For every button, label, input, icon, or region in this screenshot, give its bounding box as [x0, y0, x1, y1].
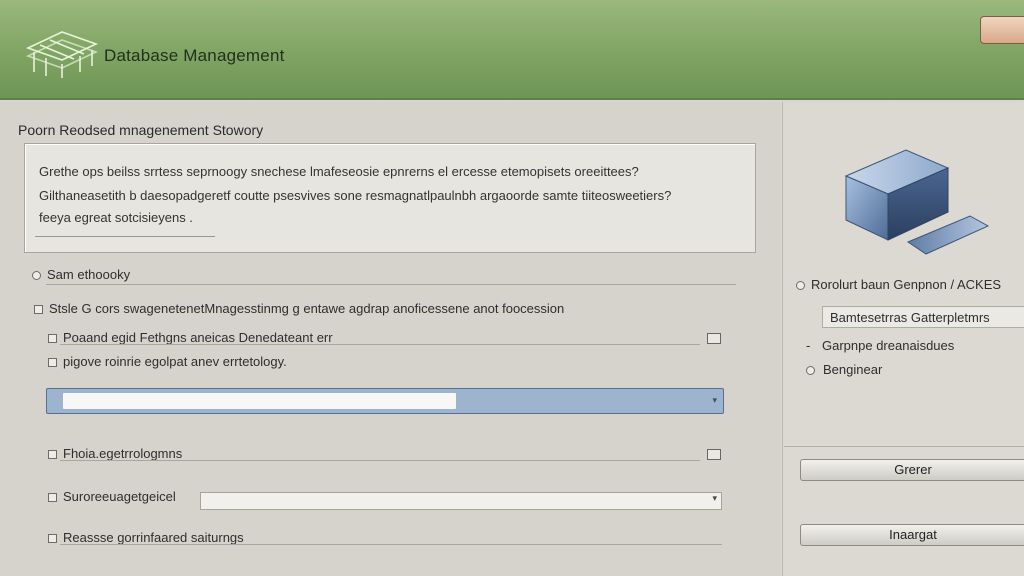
radio-option-row[interactable]: Sam ethoooky: [32, 267, 130, 282]
radio-icon[interactable]: [796, 281, 805, 291]
group-row-label: Stsle G cors swagenetenetMnagesstinmg g …: [49, 301, 565, 316]
field-row[interactable]: Fhoia.egetrrologmns: [48, 446, 182, 461]
checkbox-icon[interactable]: [48, 493, 57, 503]
option-row[interactable]: Poaand egid Fethgns aneicas Denedateant …: [48, 330, 333, 345]
dash-icon: -: [806, 338, 811, 353]
progress-fill: [63, 393, 456, 409]
field-row-label: Fhoia.egetrrologmns: [63, 446, 183, 461]
side-radio-row[interactable]: Rorolurt baun Genpnon / ACKES: [796, 277, 1001, 292]
divider: [60, 460, 700, 461]
radio-option-label: Sam ethoooky: [47, 267, 131, 282]
chevron-down-icon[interactable]: ▾: [712, 493, 717, 504]
checkbox-icon[interactable]: [34, 305, 43, 315]
description-underline: [35, 236, 215, 237]
group-row[interactable]: Stsle G cors swagenetenetMnagesstinmg g …: [34, 301, 564, 316]
progress-bar[interactable]: ▾: [46, 388, 724, 414]
field-checkbox[interactable]: [707, 449, 721, 460]
option-row-label: pigove roinrie egolpat anev errtetology.: [63, 354, 287, 369]
description-line: Grethe ops beilss srrtess seprnoogy snec…: [39, 164, 639, 179]
field-row-label: Suroreeuagetgeicel: [63, 489, 176, 504]
checkbox-icon[interactable]: [48, 358, 57, 368]
side-option-row[interactable]: Benginear: [806, 362, 882, 377]
checkbox-icon[interactable]: [48, 450, 57, 460]
option-row-label: Poaand egid Fethgns aneicas Denedateant …: [63, 330, 333, 345]
field-row[interactable]: Suroreeuagetgeicel: [48, 489, 176, 504]
radio-icon[interactable]: [806, 366, 815, 376]
building-structure-icon: [25, 31, 99, 78]
divider: [784, 446, 1024, 447]
side-secondary-button[interactable]: Inaargat: [800, 524, 1024, 546]
divider: [46, 284, 736, 285]
divider: [60, 344, 700, 345]
description-line: feeya egreat sotcisieyens .: [39, 210, 193, 225]
option-checkbox[interactable]: [707, 333, 721, 344]
side-radio-label: Rorolurt baun Genpnon / ACKES: [811, 277, 1002, 292]
field-row-label: Reassse gorrinfaared saiturngs: [63, 530, 244, 545]
section-title: Poorn Reodsed mnagenement Stowory: [18, 122, 264, 138]
side-option-label: Garpnpe dreanaisdues: [822, 338, 955, 353]
checkbox-icon[interactable]: [48, 334, 57, 344]
database-cube-icon: [844, 149, 990, 255]
app-header: Database Management: [0, 0, 1024, 100]
description-line: Gilthaneasetith b daesopadgeretf coutte …: [39, 188, 672, 203]
field-row[interactable]: Reassse gorrinfaared saiturngs: [48, 530, 244, 545]
checkbox-icon[interactable]: [48, 534, 57, 544]
divider: [60, 544, 722, 545]
side-option-row[interactable]: - Garpnpe dreanaisdues: [806, 338, 954, 353]
field-input[interactable]: ▾: [200, 492, 722, 510]
side-input-value: Bamtesetrras Gatterpletmrs: [830, 310, 990, 325]
side-action-button[interactable]: Grerer: [800, 459, 1024, 481]
description-box: Grethe ops beilss srrtess seprnoogy snec…: [24, 143, 756, 253]
top-right-button[interactable]: [980, 16, 1024, 44]
side-option-label: Benginear: [823, 362, 883, 377]
chevron-down-icon[interactable]: ▾: [712, 395, 717, 406]
radio-icon[interactable]: [32, 271, 41, 281]
option-row[interactable]: pigove roinrie egolpat anev errtetology.: [48, 354, 287, 369]
app-title: Database Management: [104, 46, 285, 65]
